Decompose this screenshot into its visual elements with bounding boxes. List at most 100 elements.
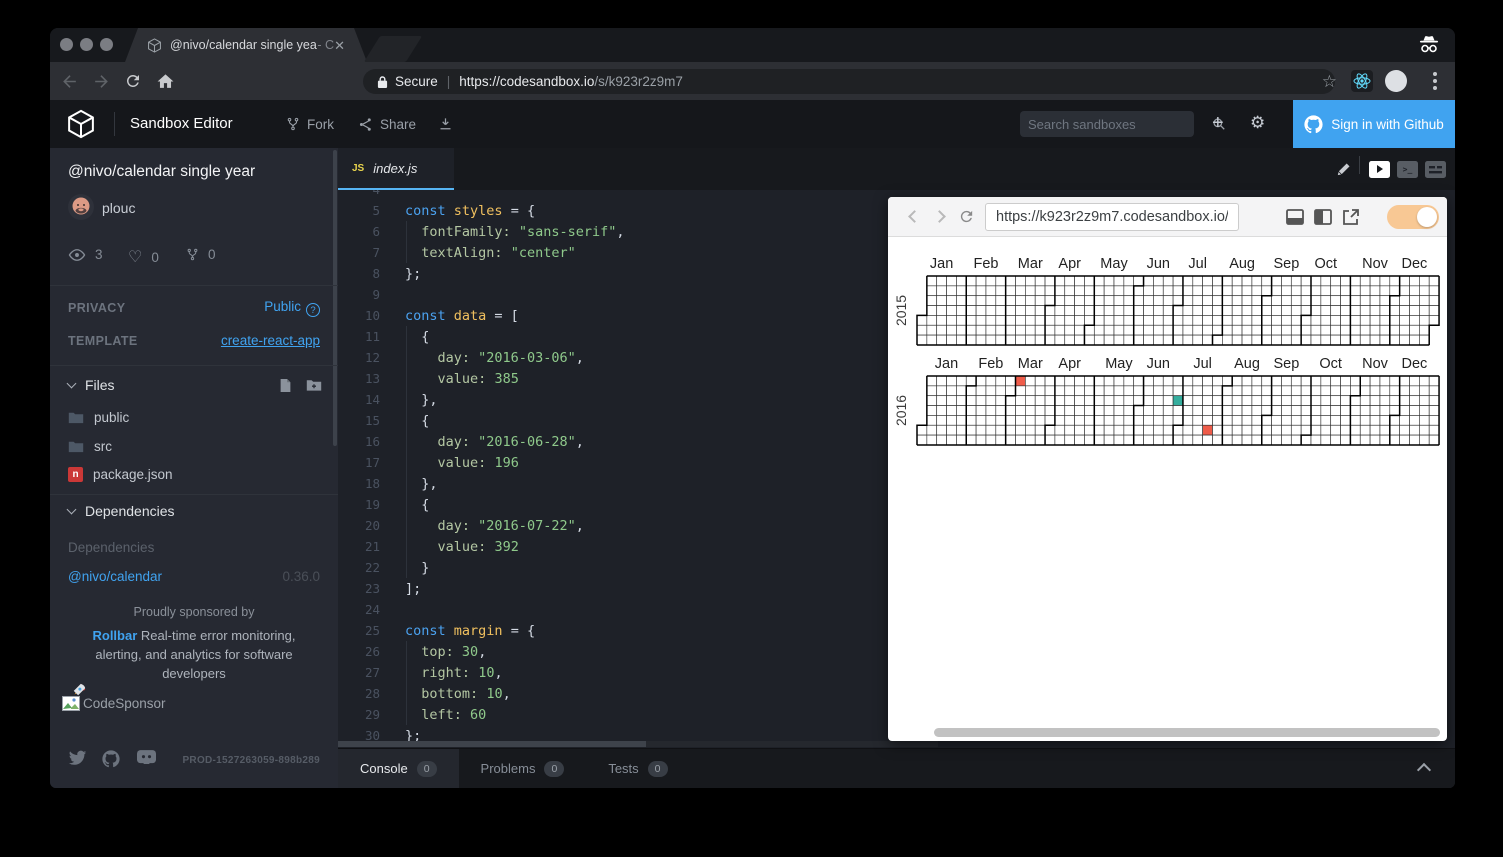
minimize-window-button[interactable] (80, 38, 93, 51)
chevron-up-icon[interactable] (1416, 762, 1432, 778)
author-avatar[interactable] (68, 194, 94, 220)
preview-url-input[interactable] (985, 203, 1239, 231)
preview-refresh-icon[interactable] (958, 208, 975, 225)
browser-tab[interactable]: @nivo/calendar single year - C ✕ (125, 28, 367, 62)
help-circle-icon[interactable]: ? (306, 303, 320, 317)
bookmark-star-icon[interactable]: ☆ (1322, 72, 1337, 92)
browser-menu-icon[interactable] (1433, 72, 1437, 93)
chevron-down-icon (66, 378, 77, 389)
problems-count-badge: 0 (544, 760, 565, 777)
svg-text:Feb: Feb (974, 256, 999, 272)
svg-text:Aug: Aug (1234, 356, 1260, 372)
dependency-version: 0.36.0 (282, 569, 320, 584)
tests-panel-icon[interactable] (1425, 156, 1446, 182)
new-file-icon[interactable] (279, 378, 292, 393)
discord-icon[interactable] (137, 750, 156, 765)
devtools-bar: Console 0 Problems 0 Tests 0 (338, 748, 1455, 788)
svg-text:Jul: Jul (1193, 356, 1212, 372)
svg-text:Sep: Sep (1273, 256, 1299, 272)
share-label: Share (380, 116, 417, 132)
template-link[interactable]: create-react-app (221, 333, 320, 348)
console-panel-icon[interactable]: >_ (1397, 156, 1418, 182)
svg-text:Apr: Apr (1058, 256, 1081, 272)
github-icon (1304, 114, 1323, 133)
file-tab-indexjs[interactable]: JS index.js (338, 148, 454, 190)
address-bar[interactable]: Secure | https://codesandbox.io /s/k923r… (363, 69, 1335, 94)
secure-label: Secure (395, 74, 438, 89)
files-section-header[interactable]: Files (66, 377, 322, 393)
tab-tests[interactable]: Tests 0 (586, 749, 689, 788)
new-sandbox-icon[interactable]: + (1212, 112, 1224, 135)
new-folder-icon[interactable] (306, 378, 322, 392)
forward-icon[interactable] (88, 68, 114, 94)
react-devtools-extension-icon[interactable] (1351, 70, 1373, 92)
profile-avatar-icon[interactable] (1385, 70, 1407, 92)
dependencies-label: Dependencies (85, 503, 175, 519)
browser-preview-toggle-icon[interactable] (1369, 156, 1390, 182)
settings-gear-icon[interactable]: ⚙ (1250, 113, 1265, 133)
sponsor-text[interactable]: Rollbar Real-time error monitoring, aler… (72, 626, 316, 697)
prettier-icon[interactable] (1335, 156, 1352, 182)
sidebar-scrollbar[interactable] (333, 150, 337, 446)
preview-back-icon[interactable] (908, 210, 921, 223)
back-icon[interactable] (56, 68, 82, 94)
lock-icon (377, 75, 388, 89)
folder-icon (68, 441, 84, 453)
dependency-name[interactable]: @nivo/calendar (68, 569, 162, 584)
svg-text:2016: 2016 (893, 395, 909, 426)
template-label: TEMPLATE (68, 333, 138, 348)
codesandbox-logo-icon[interactable] (66, 109, 96, 139)
forks-stat: 0 (186, 247, 216, 262)
editor-tabbar: JS index.js >_ (338, 148, 1455, 190)
home-icon[interactable] (152, 68, 178, 94)
tab-problems[interactable]: Problems 0 (459, 749, 587, 788)
share-button[interactable]: Share (358, 100, 416, 148)
rocket-icon (73, 683, 86, 696)
refresh-icon[interactable] (120, 68, 146, 94)
privacy-label: PRIVACY (68, 301, 126, 315)
open-external-icon[interactable] (1341, 207, 1361, 227)
dependencies-section-header[interactable]: Dependencies (66, 503, 322, 519)
svg-text:Oct: Oct (1315, 256, 1338, 272)
sign-in-github-button[interactable]: Sign in with Github (1293, 100, 1455, 148)
svg-text:May: May (1100, 256, 1128, 272)
preview-horizontal-scrollbar[interactable] (934, 728, 1440, 737)
sponsor-name[interactable]: Rollbar (92, 628, 137, 643)
layout-split-icon[interactable] (1313, 207, 1333, 227)
tab-console[interactable]: Console 0 (338, 749, 459, 788)
tab-title-suffix: - C (317, 38, 335, 52)
editor-horizontal-scrollbar[interactable] (338, 741, 646, 747)
prod-id-label: PROD-1527263059-898b289 (182, 755, 320, 766)
github-icon[interactable] (102, 750, 120, 768)
preview-toggle[interactable] (1387, 205, 1439, 229)
tab-title: @nivo/calendar single year (170, 38, 318, 52)
preview-forward-icon[interactable] (933, 210, 946, 223)
layout-bottom-icon[interactable] (1285, 207, 1305, 227)
dependency-row[interactable]: @nivo/calendar 0.36.0 (68, 569, 320, 584)
svg-text:Aug: Aug (1229, 256, 1255, 272)
close-window-button[interactable] (60, 38, 73, 51)
file-tab-label: index.js (373, 160, 418, 176)
twitter-icon[interactable] (68, 750, 87, 766)
file-item-public[interactable]: public (68, 410, 129, 425)
search-input[interactable] (1020, 116, 1212, 132)
codesandbox-header: Sandbox Editor Fork Share + ⚙ Sign in wi… (50, 100, 1455, 148)
file-item-package-json[interactable]: n package.json (68, 467, 173, 482)
likes-stat[interactable]: ♡ 0 (128, 247, 159, 267)
svg-text:Mar: Mar (1018, 256, 1043, 272)
file-item-src[interactable]: src (68, 439, 112, 454)
author-name[interactable]: plouc (102, 200, 135, 216)
svg-text:2015: 2015 (893, 295, 909, 326)
fork-button[interactable]: Fork (286, 100, 334, 148)
maximize-window-button[interactable] (100, 38, 113, 51)
svg-text:Jan: Jan (935, 356, 958, 372)
privacy-value: Public? (264, 299, 320, 317)
svg-text:Apr: Apr (1058, 356, 1081, 372)
console-count-badge: 0 (416, 760, 437, 777)
codesponsor-link[interactable]: CodeSponsor (62, 696, 166, 711)
tab-close-icon[interactable]: ✕ (334, 39, 345, 52)
svg-text:Sep: Sep (1273, 356, 1299, 372)
download-button[interactable] (438, 100, 453, 148)
svg-text:Jul: Jul (1188, 256, 1207, 272)
new-tab-button[interactable] (363, 36, 423, 62)
